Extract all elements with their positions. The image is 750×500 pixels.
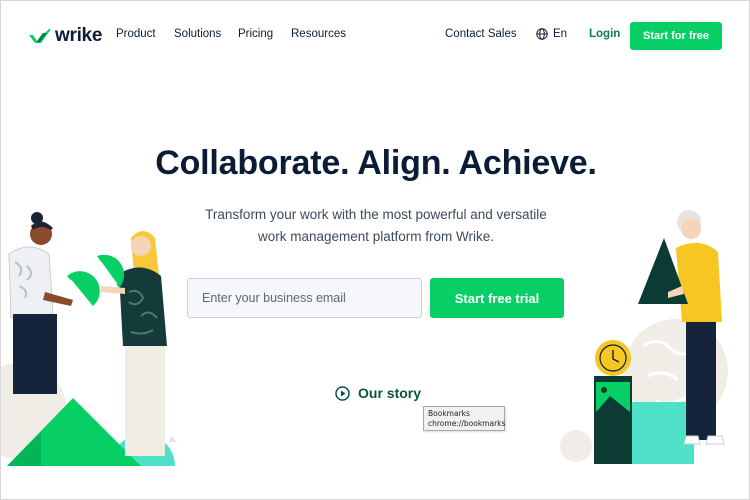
login-link[interactable]: Login	[589, 28, 620, 40]
tooltip-title: Bookmarks	[428, 409, 470, 418]
hero-subtitle: Transform your work with the most powerf…	[191, 204, 561, 248]
tooltip-url: chrome://bookmarks	[428, 419, 506, 428]
our-story-label: Our story	[358, 385, 422, 401]
hero-subtitle-line-2: work management platform from Wrike.	[257, 229, 495, 244]
language-label: En	[553, 28, 568, 40]
hero-subtitle-line-1: Transform your work with the most powerf…	[205, 207, 547, 222]
our-story-link[interactable]: Our story	[335, 385, 421, 401]
nav-item-solutions[interactable]: Solutions	[174, 28, 221, 40]
browser-viewport: wrike Product Solutions Pricing Resource…	[0, 0, 750, 500]
start-for-free-button[interactable]: Start for free	[630, 22, 722, 50]
language-selector[interactable]: En	[536, 28, 567, 40]
right-people-illustration	[560, 210, 728, 464]
business-email-input[interactable]	[187, 278, 422, 318]
bookmarks-tooltip: Bookmarks chrome://bookmarks	[423, 406, 505, 431]
nav-item-pricing[interactable]: Pricing	[238, 28, 273, 40]
logo-wordmark: wrike	[55, 25, 103, 46]
nav-item-resources[interactable]: Resources	[291, 28, 346, 40]
left-people-illustration	[1, 212, 177, 466]
wrike-logo[interactable]: wrike	[29, 25, 102, 47]
nav-item-product[interactable]: Product	[116, 28, 156, 40]
hero-title: Collaborate. Align. Achieve.	[155, 144, 597, 182]
globe-icon	[536, 28, 548, 40]
start-free-trial-button[interactable]: Start free trial	[430, 278, 564, 318]
play-circle-icon	[335, 385, 350, 401]
top-navigation: wrike Product Solutions Pricing Resource…	[1, 1, 749, 69]
wrike-check-logo-icon	[29, 29, 51, 43]
contact-sales-link[interactable]: Contact Sales	[445, 28, 517, 40]
